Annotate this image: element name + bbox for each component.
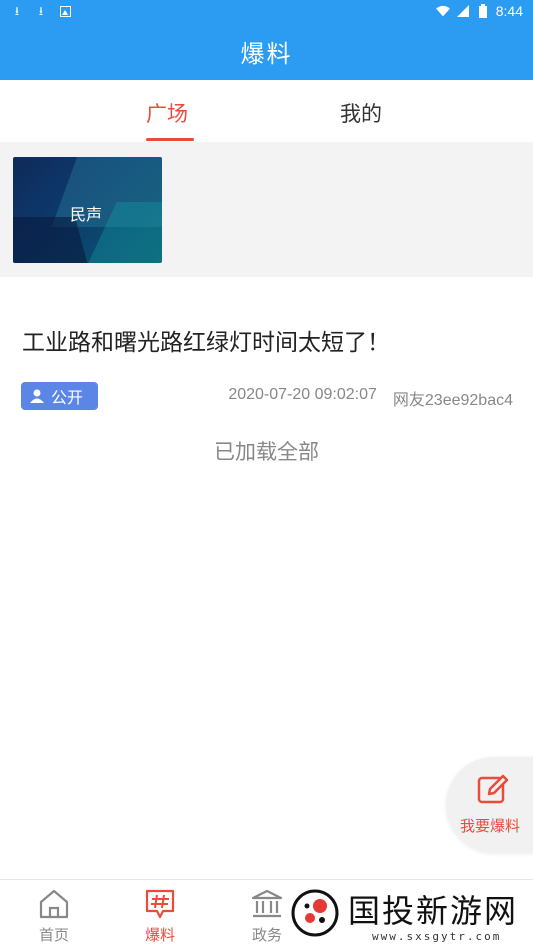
nav-item-home[interactable]: 首页 — [24, 888, 84, 945]
watermark-text: 国投新游网 — [348, 892, 519, 930]
post-datetime: 2020-07-20 09:02:07 — [228, 386, 377, 403]
battery-icon — [476, 4, 490, 18]
category-card-minsheng[interactable]: 民声 — [13, 157, 162, 263]
download-icon: ⭳ — [38, 4, 44, 18]
category-card-label: 民声 — [70, 205, 103, 224]
visibility-badge: 公开 — [21, 382, 98, 410]
tab-plaza[interactable]: 广场 — [146, 98, 188, 128]
watermark-url: www.sxsgytr.com — [372, 930, 502, 943]
report-fab-button[interactable]: 我要爆料 — [446, 757, 533, 853]
badge-label: 公开 — [51, 388, 84, 407]
app-bar: 爆料 — [0, 24, 533, 80]
home-icon — [37, 888, 71, 920]
post-title[interactable]: 工业路和曙光路红绿灯时间太短了！ — [22, 323, 390, 357]
nav-label-baoliao: 爆料 — [144, 926, 175, 944]
image-icon — [58, 4, 72, 18]
status-bar: ⭳ ⭳ 8:44 — [0, 0, 533, 24]
post-meta: 2020-07-20 09:02:07 网友23ee92bac4 — [228, 386, 513, 410]
tab-mine[interactable]: 我的 — [340, 98, 382, 128]
signal-icon — [456, 4, 470, 18]
active-tab-indicator — [146, 138, 194, 141]
status-right: 8:44 — [435, 3, 523, 19]
fab-label: 我要爆料 — [460, 817, 521, 835]
wifi-icon — [435, 4, 450, 18]
nav-label-government: 政务 — [251, 926, 282, 944]
watermark: 国投新游网 www.sxsgytr.com — [286, 884, 533, 949]
status-time: 8:44 — [495, 3, 523, 19]
person-icon — [29, 388, 45, 404]
status-left-icons: ⭳ ⭳ — [10, 4, 72, 18]
category-strip: 民声 — [0, 142, 533, 277]
tab-bar: 广场 我的 — [0, 80, 533, 142]
watermark-logo-icon — [290, 888, 340, 938]
government-icon — [250, 888, 284, 920]
post-author: 网友23ee92bac4 — [392, 392, 513, 409]
download-icon: ⭳ — [14, 4, 20, 18]
nav-item-baoliao[interactable]: 爆料 — [130, 888, 190, 945]
page-title: 爆料 — [240, 40, 293, 68]
nav-label-home: 首页 — [38, 926, 69, 944]
list-end-status: 已加载全部 — [214, 440, 319, 464]
hashtag-icon — [143, 888, 177, 920]
edit-icon — [476, 773, 510, 807]
